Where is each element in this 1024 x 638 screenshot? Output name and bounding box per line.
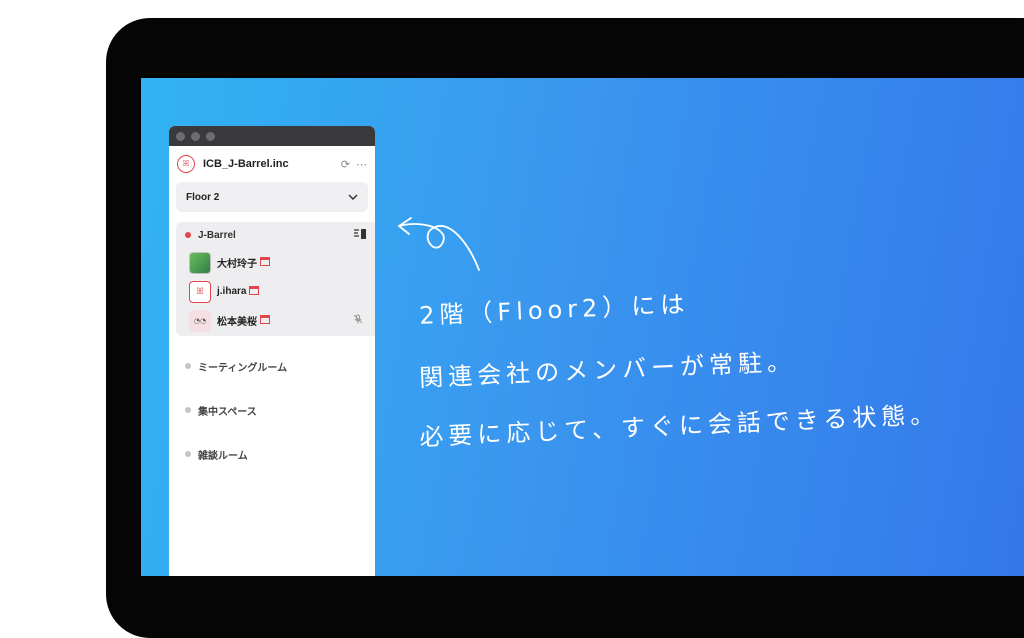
screen: ꕤ ICB_J-Barrel.inc ⟳ ⋯ Floor 2 J-Barrel … xyxy=(141,78,1024,576)
window-titlebar xyxy=(169,126,375,146)
chevron-down-icon xyxy=(348,192,358,203)
app-window: ꕤ ICB_J-Barrel.inc ⟳ ⋯ Floor 2 J-Barrel … xyxy=(169,126,375,576)
avatar xyxy=(189,251,211,274)
room-status-dot xyxy=(185,232,191,238)
annotation-line-3: 必要に応じて、すぐに会話できる状態。 xyxy=(418,400,940,452)
room-focus[interactable]: 集中スペース xyxy=(169,388,375,432)
door-icon[interactable] xyxy=(353,228,367,243)
calendar-icon xyxy=(260,314,270,327)
annotation-line-2: 関連会社のメンバーが常駐。 xyxy=(418,347,797,393)
room-status-dot xyxy=(185,363,191,369)
member-name: j.ihara xyxy=(217,286,247,297)
member-item[interactable]: ◔◔ 松本美桜 xyxy=(176,306,375,335)
workspace-name: ICB_J-Barrel.inc xyxy=(203,158,289,170)
calendar-icon xyxy=(249,285,260,298)
floor-label: Floor 2 xyxy=(186,191,220,203)
member-item[interactable]: ꕤ j.ihara xyxy=(176,277,375,306)
room-header: J-Barrel xyxy=(176,222,375,248)
window-minimize-button[interactable] xyxy=(191,131,200,141)
workspace-header: ꕤ ICB_J-Barrel.inc ⟳ ⋯ xyxy=(169,146,375,182)
room-meeting[interactable]: ミーティングルーム xyxy=(169,344,375,388)
window-close-button[interactable] xyxy=(176,131,185,141)
room-name: J-Barrel xyxy=(198,229,236,241)
mute-icon xyxy=(353,314,363,327)
room-j-barrel[interactable]: J-Barrel 大村玲子 ꕤ j.ihara ◔◔ 松本美桜 xyxy=(176,222,375,336)
floor-selector[interactable]: Floor 2 xyxy=(176,182,368,212)
member-name: 大村玲子 xyxy=(217,259,257,270)
room-chat[interactable]: 雑談ルーム xyxy=(169,432,375,476)
refresh-icon[interactable]: ⟳ xyxy=(341,158,350,171)
annotation-line-1: 2階（Floor2）には xyxy=(418,290,690,330)
arrow-icon xyxy=(398,217,480,271)
room-name: 集中スペース xyxy=(198,406,257,418)
room-status-dot xyxy=(185,407,191,413)
more-icon[interactable]: ⋯ xyxy=(356,158,367,171)
workspace-logo: ꕤ xyxy=(177,155,195,173)
calendar-icon xyxy=(260,256,270,269)
room-name: ミーティングルーム xyxy=(198,362,288,374)
member-item[interactable]: 大村玲子 xyxy=(176,248,375,277)
window-zoom-button[interactable] xyxy=(206,131,215,141)
room-name: 雑談ルーム xyxy=(198,450,248,462)
avatar: ◔◔ xyxy=(189,309,211,332)
avatar: ꕤ xyxy=(189,280,211,303)
room-status-dot xyxy=(185,451,191,457)
member-name: 松本美桜 xyxy=(217,317,257,328)
